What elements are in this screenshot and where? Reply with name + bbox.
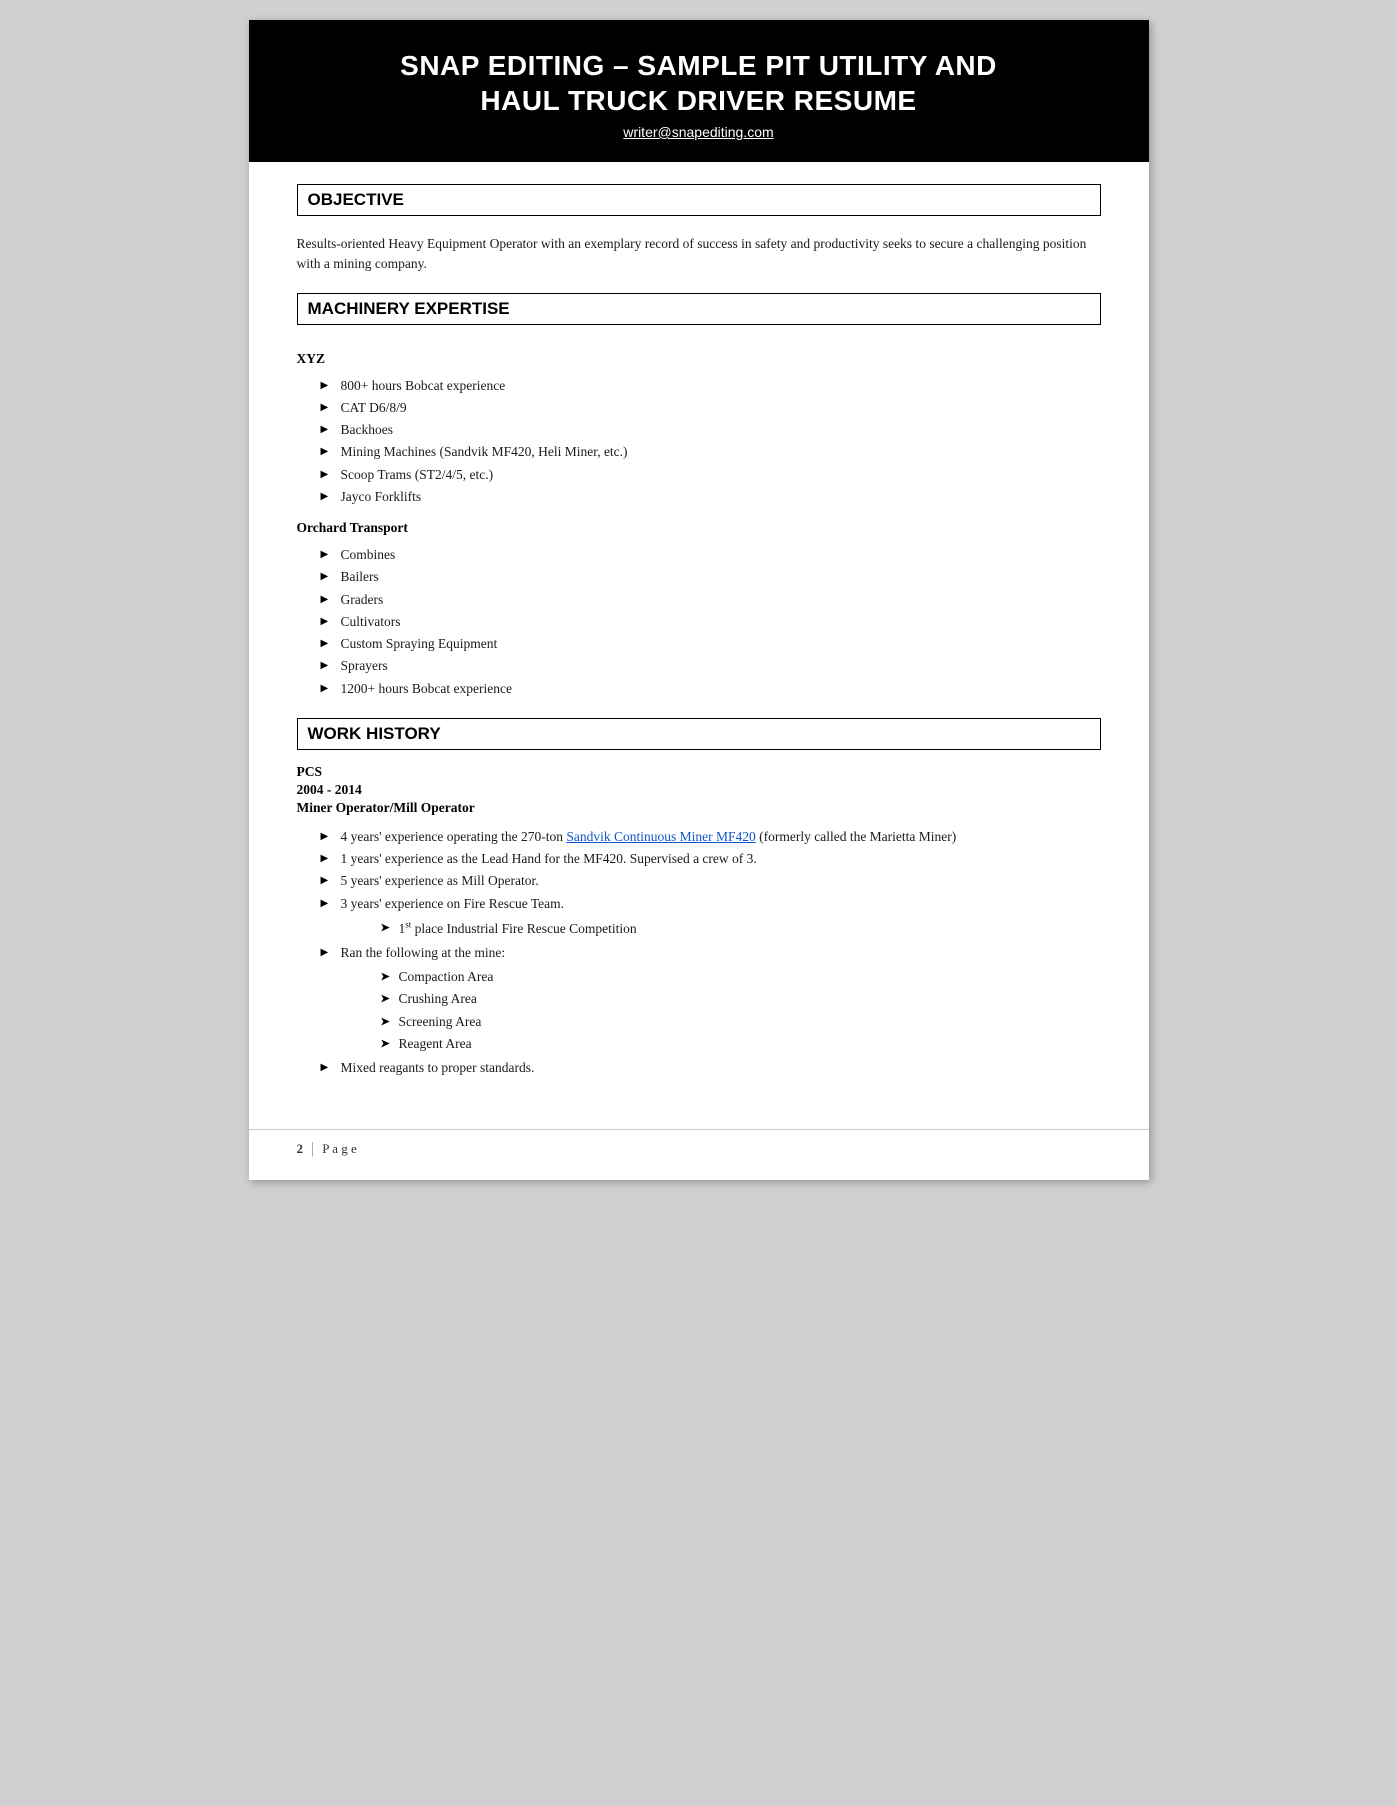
list-item: Sprayers [321,655,1101,677]
objective-section: OBJECTIVE Results-oriented Heavy Equipme… [297,184,1101,275]
sub-list-item: Crushing Area [381,988,1101,1010]
list-item: Mining Machines (Sandvik MF420, Heli Min… [321,441,1101,463]
header-email: writer@snapediting.com [289,124,1109,140]
sandvik-link[interactable]: Sandvik Continuous Miner MF420 [566,829,755,844]
mine-areas-sub-list: Compaction Area Crushing Area Screening … [341,966,1101,1055]
xyz-heading: XYZ [297,351,1101,367]
employer-name: PCS [297,764,1101,780]
list-item: Backhoes [321,419,1101,441]
bullet-text-after-link: (formerly called the Marietta Miner) [756,829,957,844]
orchard-heading: Orchard Transport [297,520,1101,536]
list-item: 1 years' experience as the Lead Hand for… [321,848,1101,870]
xyz-list: 800+ hours Bobcat experience CAT D6/8/9 … [297,375,1101,509]
sub-list-item: Screening Area [381,1011,1101,1033]
machinery-heading: MACHINERY EXPERTISE [297,293,1101,325]
footer-pipe: | [311,1140,314,1158]
sub-list-item: Compaction Area [381,966,1101,988]
objective-text: Results-oriented Heavy Equipment Operato… [297,234,1101,275]
work-history-heading: WORK HISTORY [297,718,1101,750]
page-header: SNAP EDITING – SAMPLE PIT UTILITY AND HA… [249,20,1149,162]
page-label: P a g e [322,1141,357,1157]
list-item: 1200+ hours Bobcat experience [321,678,1101,700]
list-item: Custom Spraying Equipment [321,633,1101,655]
orchard-list: Combines Bailers Graders Cultivators Cus… [297,544,1101,700]
list-item: Mixed reagants to proper standards. [321,1057,1101,1079]
bullet-text-before-link: 4 years' experience operating the 270-to… [341,829,567,844]
page-number: 2 [297,1141,304,1157]
list-item: CAT D6/8/9 [321,397,1101,419]
resume-page: SNAP EDITING – SAMPLE PIT UTILITY AND HA… [249,20,1149,1180]
list-item: 800+ hours Bobcat experience [321,375,1101,397]
job-title: Miner Operator/Mill Operator [297,800,1101,816]
list-item: Jayco Forklifts [321,486,1101,508]
list-item: Scoop Trams (ST2/4/5, etc.) [321,464,1101,486]
list-item: Graders [321,589,1101,611]
page-footer: 2 | P a g e [249,1129,1149,1168]
list-item: 5 years' experience as Mill Operator. [321,870,1101,892]
sub-list-item: Reagent Area [381,1033,1101,1055]
work-history-section: WORK HISTORY PCS 2004 - 2014 Miner Opera… [297,718,1101,1079]
list-item: Cultivators [321,611,1101,633]
machinery-section: MACHINERY EXPERTISE XYZ 800+ hours Bobca… [297,293,1101,700]
list-item: Combines [321,544,1101,566]
list-item: 4 years' experience operating the 270-to… [321,826,1101,848]
list-item: 3 years' experience on Fire Rescue Team.… [321,893,1101,940]
header-title: SNAP EDITING – SAMPLE PIT UTILITY AND HA… [289,48,1109,118]
page-content: OBJECTIVE Results-oriented Heavy Equipme… [249,162,1149,1129]
fire-rescue-sub-list: 1st place Industrial Fire Rescue Competi… [341,917,1101,940]
list-item: Ran the following at the mine: Compactio… [321,942,1101,1055]
list-item: Bailers [321,566,1101,588]
work-bullets: 4 years' experience operating the 270-to… [297,826,1101,1079]
objective-heading: OBJECTIVE [297,184,1101,216]
sub-list-item: 1st place Industrial Fire Rescue Competi… [381,917,1101,940]
work-dates: 2004 - 2014 [297,782,1101,798]
